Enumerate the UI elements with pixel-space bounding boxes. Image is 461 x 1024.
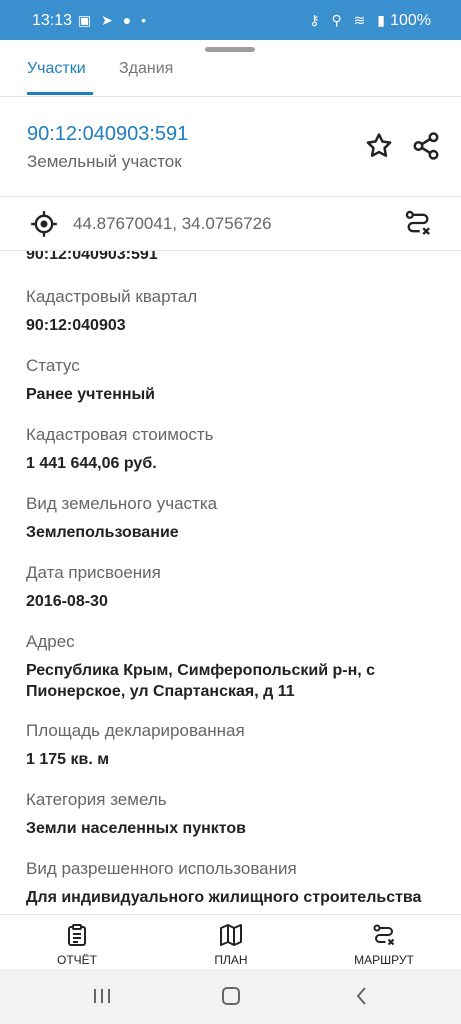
- field-value: Республика Крым, Симферопольский р-н, с …: [26, 662, 376, 700]
- field-value: 1 175 кв. м: [26, 751, 110, 768]
- nav-route-button[interactable]: МАРШРУТ: [324, 915, 444, 970]
- field-value: Землепользование: [26, 524, 179, 541]
- field-value: 2016-08-30: [26, 593, 108, 610]
- nav-report-button[interactable]: ОТЧЁТ: [17, 915, 137, 970]
- status-time: 13:13: [32, 12, 73, 29]
- route-icon[interactable]: [404, 209, 432, 237]
- field-declared-area: Площадь декларированная 1 175 кв. м: [26, 721, 446, 770]
- nav-route-label: МАРШРУТ: [354, 953, 414, 967]
- field-label: Вид земельного участка: [26, 494, 218, 513]
- field-label: Кадастровый квартал: [26, 287, 198, 306]
- coordinates-text[interactable]: 44.87670041, 34.0756726: [73, 214, 272, 234]
- nav-report-label: ОТЧЁТ: [56, 953, 97, 967]
- field-label: Статус: [26, 356, 80, 375]
- battery-percent: 100%: [390, 12, 431, 29]
- field-address: Адрес Республика Крым, Симферопольский р…: [26, 632, 446, 702]
- field-value: Земли населенных пунктов: [26, 820, 247, 837]
- status-bar: 13:13 ▣ ➤ ● • ⚷ ⚲ ≋ ▮ 100%: [0, 0, 461, 40]
- field-value: Ранее учтенный: [26, 386, 156, 403]
- field-label: Площадь декларированная: [26, 721, 245, 740]
- route-icon: [373, 924, 395, 946]
- tab-indicator: [27, 92, 93, 95]
- recents-icon[interactable]: [94, 989, 111, 1003]
- field-value: Для индивидуального жилищного строительс…: [26, 889, 422, 906]
- map-icon: [220, 924, 242, 946]
- nav-plan-button[interactable]: ПЛАН: [171, 915, 291, 970]
- share-icon[interactable]: [411, 131, 441, 161]
- system-navigation-bar: [0, 969, 461, 1024]
- tab-bar: Участки Здания: [0, 52, 461, 97]
- field-label: Вид разрешенного использования: [26, 859, 297, 878]
- cadastral-number-value: 90:12:040903:591: [26, 251, 158, 263]
- cadastral-number[interactable]: 90:12:040903:591: [27, 123, 188, 146]
- notification-icons: ▣ ➤ ● •: [78, 12, 149, 28]
- system-status-icons: ⚷ ⚲ ≋ ▮: [309, 12, 389, 28]
- details-list[interactable]: 90:12:040903:591 Кадастровый квартал 90:…: [0, 251, 461, 913]
- object-type: Земельный участок: [27, 152, 182, 171]
- field-assignment-date: Дата присвоения 2016-08-30: [26, 563, 446, 612]
- field-label: Кадастровая стоимость: [26, 425, 214, 444]
- field-label: Дата присвоения: [26, 563, 161, 582]
- field-permitted-use: Вид разрешенного использования Для индив…: [26, 859, 446, 908]
- field-cadastral-quarter: Кадастровый квартал 90:12:040903: [26, 287, 446, 336]
- tab-plots[interactable]: Участки: [27, 60, 86, 78]
- field-label: Категория земель: [26, 790, 167, 809]
- nav-plan-label: ПЛАН: [214, 953, 248, 967]
- object-header: 90:12:040903:591 Земельный участок: [0, 97, 461, 197]
- home-icon[interactable]: [222, 987, 240, 1005]
- favorite-star-icon[interactable]: [364, 131, 394, 161]
- field-cadastral-cost: Кадастровая стоимость 1 441 644,06 руб.: [26, 425, 446, 474]
- clipboard-icon: [68, 924, 86, 946]
- field-status: Статус Ранее учтенный: [26, 356, 446, 405]
- tab-buildings[interactable]: Здания: [119, 60, 173, 78]
- field-value: 1 441 644,06 руб.: [26, 455, 157, 472]
- crosshair-icon[interactable]: [30, 210, 58, 238]
- field-label: Адрес: [26, 632, 75, 651]
- back-icon[interactable]: [352, 986, 372, 1006]
- field-plot-kind: Вид земельного участка Землепользование: [26, 494, 446, 543]
- bottom-navigation: ОТЧЁТ ПЛАН МАРШРУТ: [0, 914, 461, 970]
- field-land-category: Категория земель Земли населенных пункто…: [26, 790, 446, 839]
- field-value: 90:12:040903: [26, 317, 126, 334]
- coordinates-bar: 44.87670041, 34.0756726: [0, 197, 461, 251]
